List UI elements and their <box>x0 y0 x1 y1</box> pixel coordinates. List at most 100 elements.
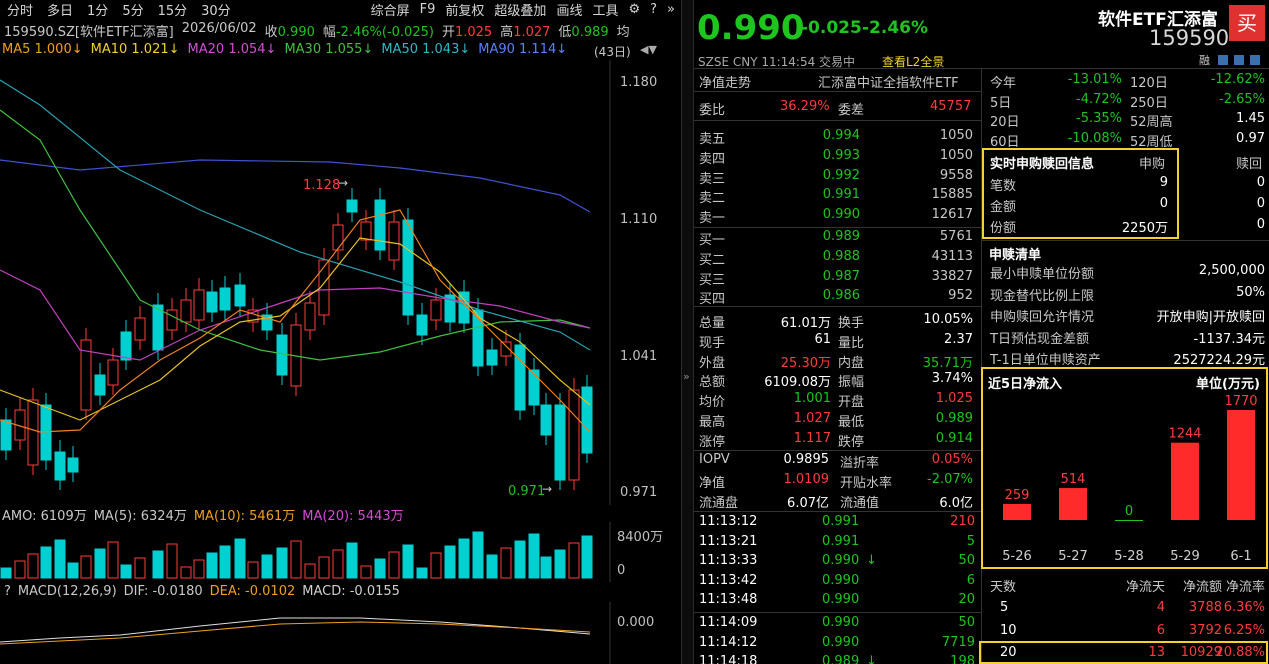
kline-chart[interactable]: 1.180 1.110 1.041 0.971 1.128 → 0.971 → <box>0 60 680 505</box>
subs-separator <box>981 240 1269 241</box>
subs-row-label: 份额 <box>990 221 1017 236</box>
composite-screen-button[interactable]: 综合屏 <box>366 0 415 19</box>
tick-price: 0.989 <box>822 654 860 664</box>
netflow-category-label: 5-28 <box>1114 549 1144 564</box>
candle-body <box>430 299 442 321</box>
tick-time: 11:13:33 <box>699 553 758 569</box>
bid-label: 买三 <box>699 272 726 288</box>
volume-bars <box>0 531 593 579</box>
quote-date: 2026/06/02 <box>181 21 257 36</box>
ask-price: 0.990 <box>822 207 860 223</box>
settings-icon[interactable] <box>1234 55 1244 65</box>
tab-fenshi[interactable]: 分时 <box>0 0 40 19</box>
volume-bar <box>134 557 146 579</box>
tab-30min[interactable]: 30分 <box>194 0 238 19</box>
forward-adjust-button[interactable]: 前复权 <box>440 0 489 19</box>
day-count[interactable]: (43日) <box>594 43 631 60</box>
candle-body <box>332 224 344 251</box>
ask-label: 卖五 <box>699 132 726 147</box>
overlay-button[interactable]: 超级叠加 <box>489 0 551 19</box>
volume-bar <box>540 556 552 579</box>
last-price: 0.990 <box>697 8 805 48</box>
return-value: -12.62% <box>1210 72 1265 87</box>
change-label: 幅 <box>322 25 336 40</box>
flow-header: 天数 <box>990 580 1017 595</box>
list-row-label: 申购赎回允许情况 <box>990 310 1095 325</box>
candle-body <box>528 369 540 406</box>
iopv-value: 1.0109 <box>783 471 830 487</box>
tick-volume: 7719 <box>941 634 975 650</box>
macd-chart[interactable]: 0.000 <box>0 602 680 664</box>
iopv-label: 流通盘 <box>699 495 739 511</box>
forward-icon[interactable]: » <box>662 2 680 17</box>
candle-body <box>514 344 526 411</box>
list-icon[interactable] <box>1250 55 1260 65</box>
tab-5min[interactable]: 5分 <box>115 0 150 19</box>
edit-icon[interactable] <box>1218 55 1228 65</box>
netflow-bar-label: 0 <box>1125 504 1133 519</box>
ma-legend: MA5 1.000↓ MA10 1.021↓ MA20 1.054↓ MA30 … <box>2 42 567 57</box>
volume-bar <box>416 567 428 579</box>
volume-bar <box>14 560 26 579</box>
stat-label: 现手 <box>699 335 726 351</box>
volume-bar <box>290 540 302 579</box>
nav-label[interactable]: 净值走势 <box>699 72 751 91</box>
macd-help-icon[interactable]: ? <box>4 584 11 599</box>
bid-volume: 5761 <box>939 229 973 244</box>
high-annotation: 1.128 <box>303 178 340 193</box>
tools-button[interactable]: 工具 <box>587 0 623 19</box>
volume-bar <box>27 553 39 579</box>
panel-divider[interactable] <box>681 0 694 664</box>
price-tick-1: 1.180 <box>620 75 657 90</box>
f9-button[interactable]: F9 <box>415 2 441 17</box>
netflow-bar-label: 1770 <box>1224 394 1257 409</box>
netflow-bar <box>1115 520 1143 521</box>
stat-value: 10.05% <box>923 312 973 327</box>
draw-line-button[interactable]: 画线 <box>551 0 587 19</box>
candle-body <box>193 289 205 321</box>
candle-body <box>67 457 79 473</box>
tick-dir-icon: ↓ <box>866 553 877 569</box>
candle-body <box>234 284 246 307</box>
tab-1min[interactable]: 1分 <box>80 0 115 19</box>
ma30-label: MA30 1.055↓ <box>284 42 374 57</box>
subs-row-label: 笔数 <box>990 179 1017 194</box>
volume-chart[interactable]: 8400万 0 <box>0 522 680 582</box>
netflow-category-label: 5-26 <box>1002 549 1032 564</box>
tab-15min[interactable]: 15分 <box>151 0 195 19</box>
return-label: 52周低 <box>1130 134 1173 150</box>
bid-volume: 33827 <box>931 268 973 284</box>
stat-value: 0.989 <box>935 411 973 426</box>
scroll-icon[interactable]: ◀▼ <box>640 43 657 56</box>
avg-label: 均 <box>616 25 630 40</box>
tick-price: 0.990 <box>822 572 860 588</box>
stat-label: 总额 <box>699 375 726 391</box>
buy-button[interactable]: 买 <box>1229 5 1265 41</box>
gear-icon[interactable]: ⚙ <box>623 2 645 17</box>
low-label: 低 <box>558 25 572 40</box>
ask-price: 0.991 <box>822 187 860 203</box>
ask-price: 0.993 <box>822 147 860 163</box>
stat-value: 35.71万 <box>922 355 973 371</box>
iopv-label: 开贴水率 <box>840 475 893 491</box>
help-icon[interactable]: ? <box>645 2 662 17</box>
ma90-line <box>0 159 591 213</box>
stat-value: 1.001 <box>793 391 831 407</box>
candle-body <box>581 386 593 454</box>
bid-price: 0.986 <box>822 288 860 304</box>
margin-label: 融 <box>1199 54 1210 67</box>
app: 分时 多日 1分 5分 15分 30分 综合屏 F9 前复权 超级叠加 画线 工… <box>0 0 1269 664</box>
bid-volume: 952 <box>948 288 973 304</box>
tab-multiday[interactable]: 多日 <box>40 0 80 19</box>
bid-volume: 43113 <box>931 248 973 264</box>
high-label: 高 <box>500 25 514 40</box>
stat-value: 0.914 <box>935 430 973 446</box>
subs-value: 2250万 <box>1121 221 1168 236</box>
ask-label: 卖四 <box>699 151 726 167</box>
expand-arrow-icon[interactable]: » <box>683 370 690 383</box>
list-row-value: 2527224.29元 <box>1173 353 1265 368</box>
redeem-value: 0 <box>1256 196 1265 211</box>
netflow-bar <box>1003 503 1031 520</box>
volume-bar <box>444 545 456 579</box>
iopv-value: 0.05% <box>931 452 973 467</box>
